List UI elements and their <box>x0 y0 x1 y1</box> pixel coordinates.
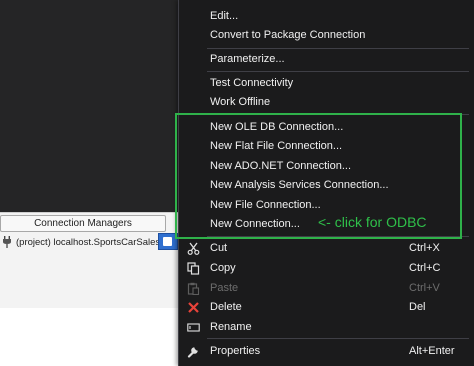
delete-x-icon <box>186 300 200 314</box>
menu-item-label: Parameterize... <box>210 52 285 65</box>
menu-item-convert-to-package-connection[interactable]: Convert to Package Connection <box>179 25 474 44</box>
menu-item-cut[interactable]: Cut Ctrl+X <box>179 238 474 257</box>
menu-separator <box>207 71 469 72</box>
menu-item-test-connectivity[interactable]: Test Connectivity <box>179 73 474 92</box>
panel-divider <box>0 212 180 213</box>
connection-plug-icon <box>3 236 11 248</box>
menu-separator <box>207 338 469 339</box>
menu-item-label: Work Offline <box>210 95 271 108</box>
menu-item-paste[interactable]: Paste Ctrl+V <box>179 278 474 297</box>
menu-item-label: Properties <box>210 344 261 357</box>
menu-item-label: Edit... <box>210 9 239 22</box>
menu-item-label: Rename <box>210 320 252 333</box>
scissors-icon <box>186 241 200 255</box>
menu-item-shortcut: Ctrl+X <box>409 241 440 254</box>
connection-manager-label: (project) localhost.SportsCarSales <box>16 236 161 248</box>
copy-icon <box>186 261 200 275</box>
menu-item-label: Paste <box>210 281 239 294</box>
menu-item-parameterize[interactable]: Parameterize... <box>179 49 474 68</box>
menu-item-shortcut: Del <box>409 300 426 313</box>
menu-item-label: Delete <box>210 300 242 313</box>
connection-managers-tab[interactable]: Connection Managers <box>0 215 166 232</box>
menu-item-label: Copy <box>210 261 236 274</box>
rename-icon <box>186 320 200 334</box>
paste-icon <box>186 281 200 295</box>
odbc-annotation: <- click for ODBC <box>318 214 427 230</box>
menu-item-shortcut: Alt+Enter <box>409 344 455 357</box>
menu-item-work-offline[interactable]: Work Offline <box>179 92 474 111</box>
menu-item-copy[interactable]: Copy Ctrl+C <box>179 258 474 277</box>
connection-manager-item[interactable]: (project) localhost.SportsCarSales <box>2 234 160 250</box>
menu-item-properties[interactable]: Properties Alt+Enter <box>179 341 474 360</box>
menu-item-shortcut: Ctrl+C <box>409 261 441 274</box>
menu-item-rename[interactable]: Rename <box>179 317 474 336</box>
menu-item-label: Test Connectivity <box>210 76 294 89</box>
menu-item-shortcut: Ctrl+V <box>409 281 440 294</box>
wrench-icon <box>186 344 200 358</box>
menu-item-delete[interactable]: Delete Del <box>179 297 474 316</box>
menu-item-label: Convert to Package Connection <box>210 28 366 41</box>
menu-item-edit[interactable]: Edit... <box>179 6 474 25</box>
menu-item-label: Cut <box>210 241 228 254</box>
